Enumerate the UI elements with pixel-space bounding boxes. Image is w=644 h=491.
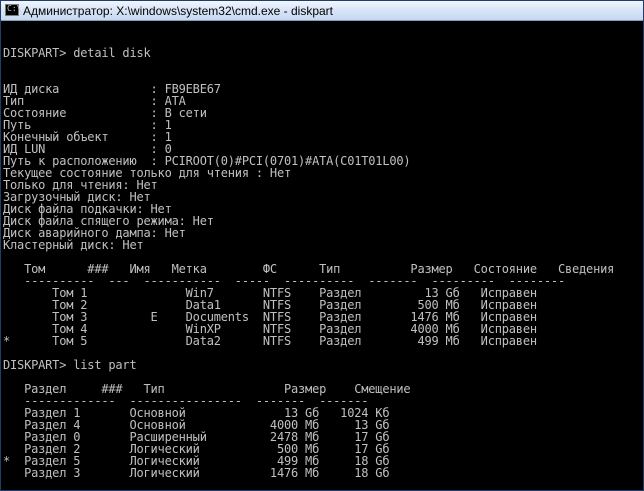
cmd-icon-prompt: C:\	[7, 4, 22, 13]
cmd-window: C:\ Администратор: X:\windows\system32\c…	[0, 0, 644, 491]
console-area[interactable]: DISKPART> detail disk ИД диска : FB9EBE6…	[3, 23, 641, 489]
console-output: DISKPART> detail disk ИД диска : FB9EBE6…	[3, 46, 615, 480]
window-title: Администратор: X:\windows\system32\cmd.e…	[23, 4, 333, 18]
title-bar[interactable]: C:\ Администратор: X:\windows\system32\c…	[1, 1, 643, 21]
cmd-icon: C:\	[5, 4, 22, 16]
